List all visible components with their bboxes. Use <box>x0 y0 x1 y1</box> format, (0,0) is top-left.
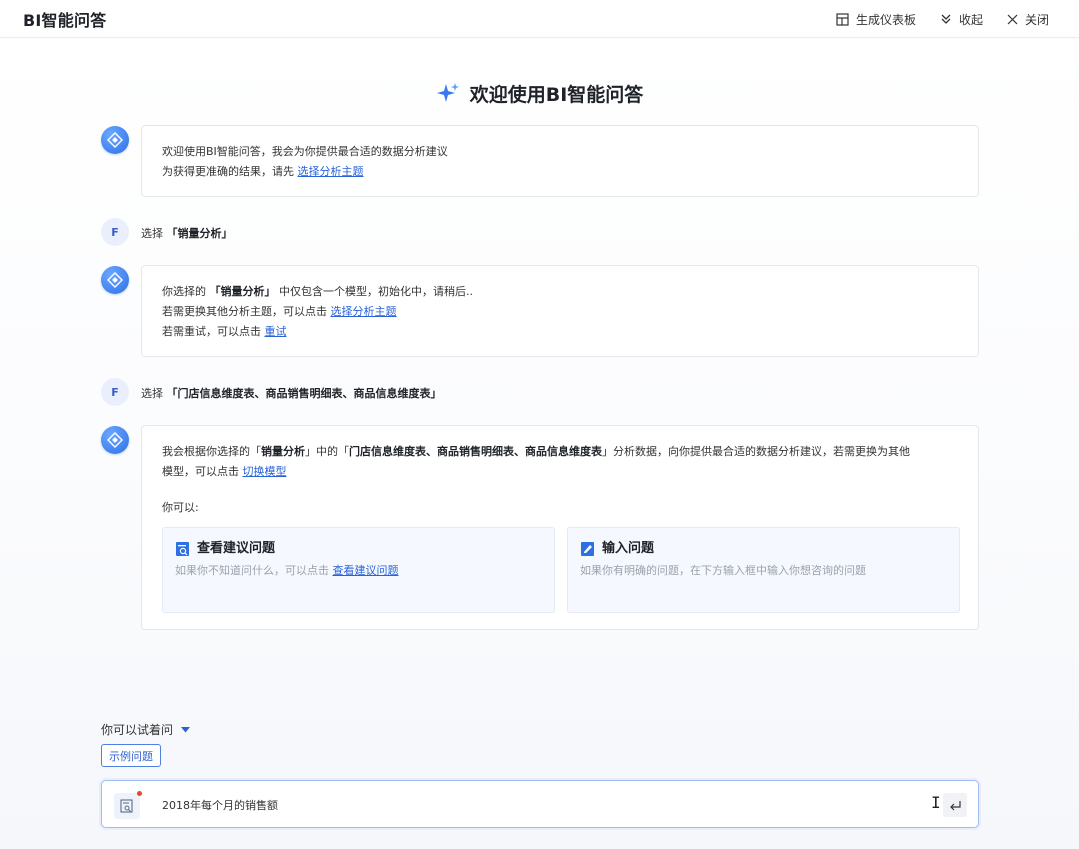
bot-text: 模型，可以点击 <box>162 465 243 478</box>
user-message-select-topic: 选择 「销量分析」 <box>141 225 233 241</box>
user-avatar: F <box>101 218 129 246</box>
retry-link[interactable]: 重试 <box>265 325 287 338</box>
topic-name: 「销量分析」 <box>209 285 276 298</box>
generate-dashboard-button[interactable]: 生成仪表板 <box>836 11 916 28</box>
enter-icon <box>950 800 961 810</box>
bot-message-line: 你选择的 「销量分析」 中仅包含一个模型，初始化中，请稍后.. <box>162 282 958 302</box>
bot-message-line: 欢迎使用BI智能问答，我会为你提供最合适的数据分析建议 <box>162 145 448 158</box>
bot-text: 若需更换其他分析主题，可以点击 <box>162 305 331 318</box>
welcome-title-text: 欢迎使用BI智能问答 <box>469 84 644 106</box>
you-can-label: 你可以: <box>162 501 199 514</box>
search-data-icon[interactable] <box>114 791 142 819</box>
chat-area: 欢迎使用BI智能问答 欢迎使用BI智能问答，我会为你提供最合适的数据分析建议 为… <box>0 39 1079 849</box>
bot-message-welcome: 欢迎使用BI智能问答，我会为你提供最合适的数据分析建议 为获得更准确的结果，请先… <box>141 125 979 197</box>
notification-dot <box>137 791 142 796</box>
bot-avatar <box>101 126 129 154</box>
table-names: 门店信息维度表、商品销售明细表、商品信息维度表 <box>349 445 602 458</box>
edit-icon <box>580 541 596 557</box>
question-list-icon <box>175 541 191 557</box>
bot-message-init: 你选择的 「销量分析」 中仅包含一个模型，初始化中，请稍后.. 若需更换其他分析… <box>141 265 979 357</box>
user-message-prefix: 选择 <box>141 227 163 240</box>
bot-message-line: 为获得更准确的结果，请先 选择分析主题 <box>162 162 958 182</box>
bot-message-line: 若需重试，可以点击 重试 <box>162 322 958 342</box>
card-title: 输入问题 <box>580 540 947 558</box>
close-icon <box>1007 14 1018 25</box>
user-message-prefix: 选择 <box>141 387 163 400</box>
card-text: 如果你不知道问什么，可以点击 <box>175 564 333 577</box>
try-asking-label: 你可以试着问 <box>101 723 174 737</box>
card-title: 查看建议问题 <box>175 540 542 558</box>
text-cursor-icon: I <box>931 793 941 812</box>
bot-text: 」分析数据，向你提供最合适的数据分析建议，若需更换为其他 <box>602 445 910 458</box>
dashboard-icon <box>836 12 849 26</box>
caret-down-icon <box>181 726 191 733</box>
double-chevron-down-icon <box>940 13 952 25</box>
close-label: 关闭 <box>1024 12 1049 27</box>
sample-questions-button[interactable]: 示例问题 <box>101 744 161 767</box>
bot-message-analysis: 我会根据你选择的「销量分析」中的「门店信息维度表、商品销售明细表、商品信息维度表… <box>141 425 979 630</box>
input-question-card[interactable]: 输入问题 如果你有明确的问题，在下方输入框中输入你想咨询的问题 <box>567 527 960 613</box>
generate-dashboard-label: 生成仪表板 <box>855 12 916 27</box>
bot-text: 为获得更准确的结果，请先 <box>162 165 298 178</box>
card-description: 如果你有明确的问题，在下方输入框中输入你想咨询的问题 <box>580 564 866 577</box>
bot-text: 我会根据你选择的「 <box>162 445 261 458</box>
select-topic-link[interactable]: 选择分析主题 <box>331 305 397 318</box>
topic-name: 销量分析 <box>261 445 305 458</box>
suggested-questions-card[interactable]: 查看建议问题 如果你不知道问什么，可以点击 查看建议问题 <box>162 527 555 613</box>
bot-text: 若需重试，可以点击 <box>162 325 265 338</box>
try-asking-dropdown[interactable]: 你可以试着问 <box>101 721 191 738</box>
welcome-heading: 欢迎使用BI智能问答 <box>0 80 1079 107</box>
card-description: 如果你不知道问什么，可以点击 查看建议问题 <box>175 562 542 580</box>
app-title: BI智能问答 <box>23 10 107 30</box>
bot-avatar <box>101 426 129 454</box>
user-message-value: 「门店信息维度表、商品销售明细表、商品信息维度表」 <box>166 387 442 400</box>
bot-text: 你选择的 <box>162 285 210 298</box>
collapse-label: 收起 <box>958 12 983 27</box>
bot-message-line: 我会根据你选择的「销量分析」中的「门店信息维度表、商品销售明细表、商品信息维度表… <box>162 442 958 462</box>
card-title-text: 输入问题 <box>602 541 655 556</box>
bot-avatar <box>101 266 129 294</box>
switch-model-link[interactable]: 切换模型 <box>243 465 287 478</box>
question-input[interactable] <box>162 795 902 815</box>
bot-text: 中仅包含一个模型，初始化中，请稍后.. <box>275 285 473 298</box>
view-suggested-link[interactable]: 查看建议问题 <box>333 564 399 577</box>
bot-message-line: 模型，可以点击 切换模型 <box>162 462 958 482</box>
user-message-value: 「销量分析」 <box>166 227 233 240</box>
bot-text: 」中的「 <box>305 445 349 458</box>
bot-message-line: 若需更换其他分析主题，可以点击 选择分析主题 <box>162 302 958 322</box>
send-button[interactable] <box>943 793 967 817</box>
select-topic-link[interactable]: 选择分析主题 <box>298 165 364 178</box>
close-button[interactable]: 关闭 <box>1007 11 1049 28</box>
user-avatar: F <box>101 378 129 406</box>
collapse-button[interactable]: 收起 <box>940 11 983 28</box>
top-bar: BI智能问答 生成仪表板 收起 关闭 <box>0 0 1079 38</box>
sparkle-icon <box>436 82 460 106</box>
question-input-box: I <box>101 780 979 828</box>
user-message-select-tables: 选择 「门店信息维度表、商品销售明细表、商品信息维度表」 <box>141 385 442 401</box>
card-title-text: 查看建议问题 <box>197 541 276 556</box>
top-actions: 生成仪表板 收起 关闭 <box>812 0 1049 38</box>
